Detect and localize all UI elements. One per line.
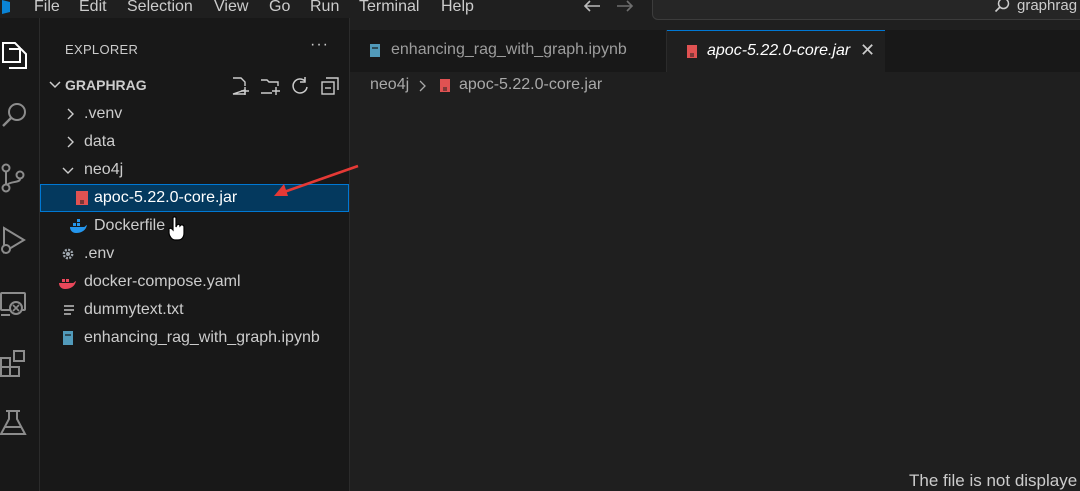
editor-tab-bar: enhancing_rag_with_graph.ipynb apoc-5.22… (350, 30, 1080, 72)
docker-compose-icon (59, 279, 76, 289)
search-icon (994, 0, 1010, 13)
go-forward-icon[interactable] (615, 0, 635, 14)
workspace-folder-header[interactable]: GRAPHRAG (40, 74, 350, 98)
tree-item-label: Dockerfile (94, 217, 166, 234)
workspace-folder-name: GRAPHRAG (65, 77, 147, 93)
jar-file-icon (76, 191, 88, 205)
command-center-label: graphrag (1017, 0, 1078, 14)
more-actions-icon[interactable]: ··· (310, 36, 329, 54)
tree-item-label: .venv (84, 105, 123, 122)
explorer-icon[interactable] (0, 40, 30, 70)
menu-go[interactable]: Go (269, 0, 290, 17)
notebook-icon (370, 44, 380, 57)
tab-label: enhancing_rag_with_graph.ipynb (391, 41, 627, 58)
menu-file[interactable]: File (34, 0, 60, 17)
activity-bar (0, 18, 40, 491)
hand-cursor-icon (168, 216, 185, 241)
refresh-icon[interactable] (290, 76, 310, 96)
tab-apoc-jar[interactable]: apoc-5.22.0-core.jar ✕ (667, 30, 885, 72)
menu-terminal[interactable]: Terminal (359, 0, 419, 17)
docker-icon (70, 219, 87, 233)
jar-icon (440, 79, 450, 92)
menu-view[interactable]: View (214, 0, 248, 17)
tree-item-label: data (84, 133, 116, 150)
chevron-right-icon (419, 80, 426, 92)
tree-item-dummytext[interactable]: dummytext.txt (40, 296, 349, 324)
explorer-title: EXPLORER (65, 42, 139, 57)
breadcrumb-item-file[interactable]: apoc-5.22.0-core.jar (459, 76, 602, 94)
tree-item-label: apoc-5.22.0-core.jar (94, 189, 238, 206)
tree-item-label: docker-compose.yaml (84, 273, 241, 290)
chevron-right-icon (67, 108, 74, 120)
tree-item-venv[interactable]: .venv (40, 100, 349, 128)
close-icon[interactable]: ✕ (860, 40, 875, 61)
editor-binary-message: The file is not displaye (909, 471, 1078, 490)
command-center[interactable]: graphrag (652, 0, 1080, 20)
tree-item-docker-compose[interactable]: docker-compose.yaml (40, 268, 349, 296)
new-folder-icon[interactable] (260, 76, 280, 96)
tree-item-label: dummytext.txt (84, 301, 184, 318)
new-file-icon[interactable] (230, 76, 250, 96)
remote-explorer-icon[interactable] (0, 288, 30, 318)
run-debug-icon[interactable] (0, 225, 30, 255)
menu-selection[interactable]: Selection (127, 0, 193, 17)
menu-run[interactable]: Run (310, 0, 339, 17)
source-control-icon[interactable] (0, 163, 30, 193)
tree-item-label: enhancing_rag_with_graph.ipynb (84, 329, 320, 346)
tree-item-label: .env (84, 245, 115, 262)
chevron-down-icon (49, 81, 61, 89)
tab-label: apoc-5.22.0-core.jar (707, 42, 851, 59)
tab-notebook[interactable]: enhancing_rag_with_graph.ipynb (350, 30, 667, 72)
vscode-logo-icon (2, 0, 10, 14)
tree-item-env[interactable]: .env (40, 240, 349, 268)
testing-icon[interactable] (0, 408, 30, 438)
tree-item-data[interactable]: data (40, 128, 349, 156)
gear-icon (62, 248, 74, 260)
notebook-icon (63, 331, 73, 345)
collapse-all-icon[interactable] (320, 76, 340, 96)
tree-item-notebook[interactable]: enhancing_rag_with_graph.ipynb (40, 324, 349, 352)
extensions-icon[interactable] (0, 348, 30, 378)
go-back-icon[interactable] (582, 0, 602, 14)
search-icon[interactable] (0, 100, 30, 130)
jar-icon (687, 45, 697, 58)
explorer-sidebar: EXPLORER ··· GRAPHRAG .venv data neo4j a… (40, 18, 359, 491)
menu-help[interactable]: Help (441, 0, 474, 17)
tree-item-dockerfile[interactable]: Dockerfile (40, 212, 349, 240)
annotation-arrow (274, 164, 359, 196)
chevron-down-icon (62, 167, 74, 174)
breadcrumb-item-folder[interactable]: neo4j (370, 76, 409, 94)
text-file-icon (64, 305, 74, 315)
chevron-right-icon (67, 136, 74, 148)
menu-edit[interactable]: Edit (79, 0, 107, 17)
menu-bar: File Edit Selection View Go Run Terminal… (0, 0, 1080, 20)
tree-item-label: neo4j (84, 161, 124, 178)
